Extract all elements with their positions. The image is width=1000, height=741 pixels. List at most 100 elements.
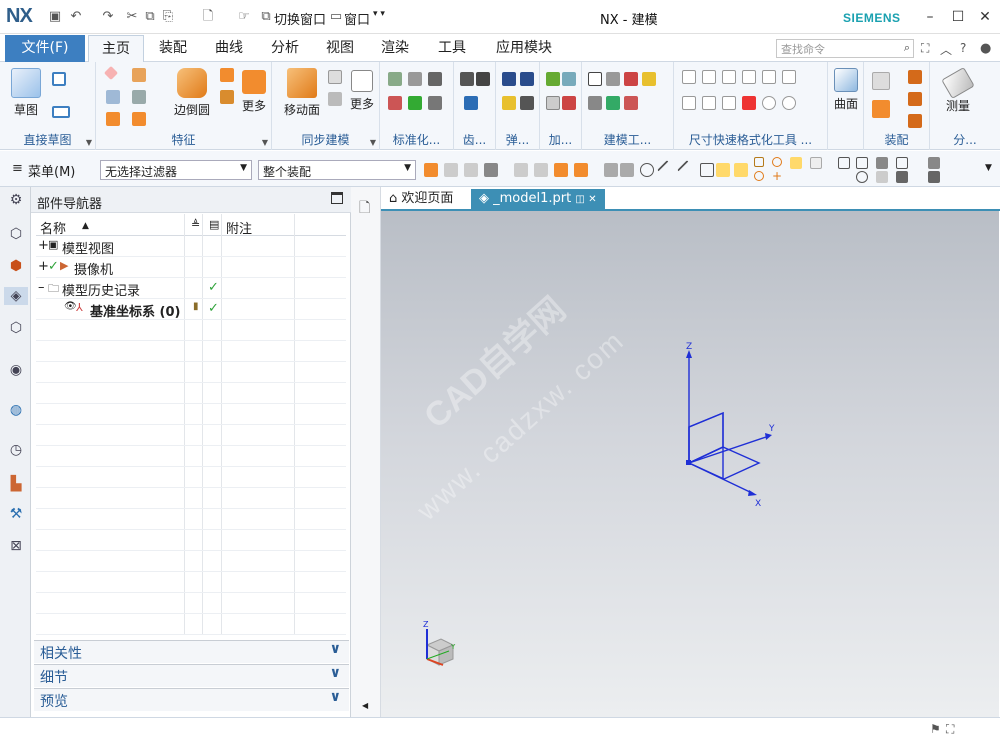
column-name[interactable]: 名称: [40, 218, 66, 237]
sync-more-button[interactable]: 更多: [346, 68, 378, 112]
settings-icon[interactable]: ⚙: [7, 191, 25, 209]
history-icon[interactable]: ◷: [7, 441, 25, 459]
options-icon[interactable]: ●: [980, 41, 991, 56]
view-9-icon[interactable]: [928, 171, 940, 183]
tab-home[interactable]: 主页: [88, 35, 144, 62]
dim-format-1-icon[interactable]: [682, 70, 696, 84]
dim-format-9-icon[interactable]: [722, 96, 736, 110]
dim-format-4-icon[interactable]: [742, 70, 756, 84]
line-icon[interactable]: [52, 72, 66, 86]
gear-icon[interactable]: [460, 72, 474, 86]
details-panel[interactable]: 细节 ∨: [34, 664, 349, 687]
filter-9-icon[interactable]: [604, 163, 618, 177]
table-icon[interactable]: [606, 72, 620, 86]
snap-edge-icon[interactable]: [677, 160, 697, 180]
view-3-icon[interactable]: [876, 157, 888, 169]
feature-more-button[interactable]: 更多: [238, 68, 270, 114]
bolt-icon[interactable]: [408, 72, 422, 86]
view-6-icon[interactable]: [856, 171, 868, 183]
save-icon[interactable]: ▣: [47, 9, 63, 25]
part-navigator-icon[interactable]: ◈: [4, 287, 28, 305]
surface-button[interactable]: 曲面: [830, 68, 862, 112]
view-2-icon[interactable]: [856, 157, 868, 169]
rotate-icon[interactable]: [782, 96, 796, 110]
restore-tab-icon[interactable]: ◫: [575, 194, 584, 205]
file-menu-button[interactable]: 文件(F): [5, 35, 85, 62]
chevron-down-icon[interactable]: ▼: [86, 138, 92, 147]
spring-calc-icon[interactable]: [502, 96, 516, 110]
new-component-icon[interactable]: [872, 100, 890, 118]
datum-plane-icon[interactable]: [103, 65, 119, 81]
dim-format-3-icon[interactable]: [722, 70, 736, 84]
fullscreen-toggle-icon[interactable]: ⛶: [946, 722, 954, 737]
snap-face-icon[interactable]: [810, 157, 822, 169]
manufacturing-wizard-icon[interactable]: ⚒: [7, 505, 25, 523]
sort-ascending-icon[interactable]: ▲: [82, 221, 89, 231]
move-face-button[interactable]: 移动面: [278, 68, 326, 118]
pin-icon[interactable]: [388, 96, 402, 110]
info-icon[interactable]: [588, 96, 602, 110]
color-icon[interactable]: [624, 72, 638, 86]
edge-blend-button[interactable]: 边倒圆: [168, 68, 216, 118]
snap-tangent-icon[interactable]: [790, 157, 802, 169]
measure-button[interactable]: 测量: [936, 66, 980, 114]
triangle-icon[interactable]: [588, 72, 602, 86]
close-icon[interactable]: ✕: [975, 7, 995, 27]
filter-10-icon[interactable]: [620, 163, 634, 177]
mirror-component-icon[interactable]: [908, 114, 922, 128]
chamfer-icon[interactable]: [220, 68, 234, 82]
preview-panel[interactable]: 预览 ∨: [34, 688, 349, 711]
tree-row-cameras[interactable]: + ✓ ▶ 摄像机: [36, 257, 346, 278]
tree-row-model-views[interactable]: + ▣ 模型视图: [36, 236, 346, 257]
filter-1-icon[interactable]: [424, 163, 438, 177]
tree-row-model-history[interactable]: – 🗀 模型历史记录 ✓: [36, 278, 346, 299]
type-filter-select[interactable]: 无选择过滤器 ▼: [100, 160, 252, 180]
nut-icon[interactable]: [428, 72, 442, 86]
tab-view[interactable]: 视图: [315, 35, 365, 62]
maximize-panel-icon[interactable]: [331, 192, 343, 204]
fullscreen-icon[interactable]: ⛶: [921, 41, 929, 56]
standard-part-icon[interactable]: [388, 72, 402, 86]
dependencies-panel[interactable]: 相关性 ∨: [34, 640, 349, 663]
snap-curve-icon[interactable]: [700, 163, 714, 177]
dim-format-2-icon[interactable]: [702, 70, 716, 84]
gear-table-icon[interactable]: [464, 96, 478, 110]
tab-analysis[interactable]: 分析: [260, 35, 310, 62]
view-1-icon[interactable]: [838, 157, 850, 169]
chevron-down-icon[interactable]: ▾ ▾: [373, 9, 385, 19]
chevron-down-icon[interactable]: ▼: [262, 138, 268, 147]
menu-button[interactable]: 菜单(M): [28, 161, 75, 180]
document-icon[interactable]: 🗋: [200, 9, 216, 25]
column-status-icon[interactable]: ▤: [209, 218, 219, 231]
status-flag-icon[interactable]: ⚑: [930, 722, 941, 736]
warn-icon[interactable]: [642, 72, 656, 86]
snap-mid-icon[interactable]: [734, 163, 748, 177]
rectangle-icon[interactable]: [52, 106, 70, 118]
switch-window-button[interactable]: 切换窗口: [274, 9, 326, 28]
structure-icon[interactable]: [562, 96, 576, 110]
datum-csys-graphic[interactable]: Z Y X Z Y: [381, 211, 999, 717]
tree-row-datum-csys[interactable]: 👁 ⅄ 基准坐标系 (0) ▮ ✓: [36, 299, 346, 320]
replace-face-icon[interactable]: [328, 92, 342, 106]
window-menu-button[interactable]: 窗口: [344, 9, 370, 28]
cut-icon[interactable]: ✂: [124, 9, 140, 25]
new-tab-icon[interactable]: 🗋: [359, 197, 370, 221]
hd3d-icon[interactable]: ◉: [7, 361, 25, 379]
dim-format-8-icon[interactable]: [702, 96, 716, 110]
view-7-icon[interactable]: [876, 171, 888, 183]
undo-icon[interactable]: ↶: [68, 9, 84, 25]
filter-8-icon[interactable]: [574, 163, 588, 177]
collapse-ribbon-icon[interactable]: ︿: [940, 41, 952, 58]
filter-6-icon[interactable]: [534, 163, 548, 177]
tab-tools[interactable]: 工具: [427, 35, 477, 62]
snap-center-icon[interactable]: [640, 163, 654, 177]
process-studio-icon[interactable]: ▙: [7, 475, 25, 493]
dim-red-icon[interactable]: [742, 96, 756, 110]
sketch-button[interactable]: 草图: [6, 68, 46, 118]
spring-delete-icon[interactable]: [520, 72, 534, 86]
snap-point-icon[interactable]: [754, 157, 764, 167]
selection-scope-select[interactable]: 整个装配 ▼: [258, 160, 416, 180]
spring-icon[interactable]: [502, 72, 516, 86]
filter-3-icon[interactable]: [464, 163, 478, 177]
role-icon[interactable]: ⊠: [7, 537, 25, 555]
